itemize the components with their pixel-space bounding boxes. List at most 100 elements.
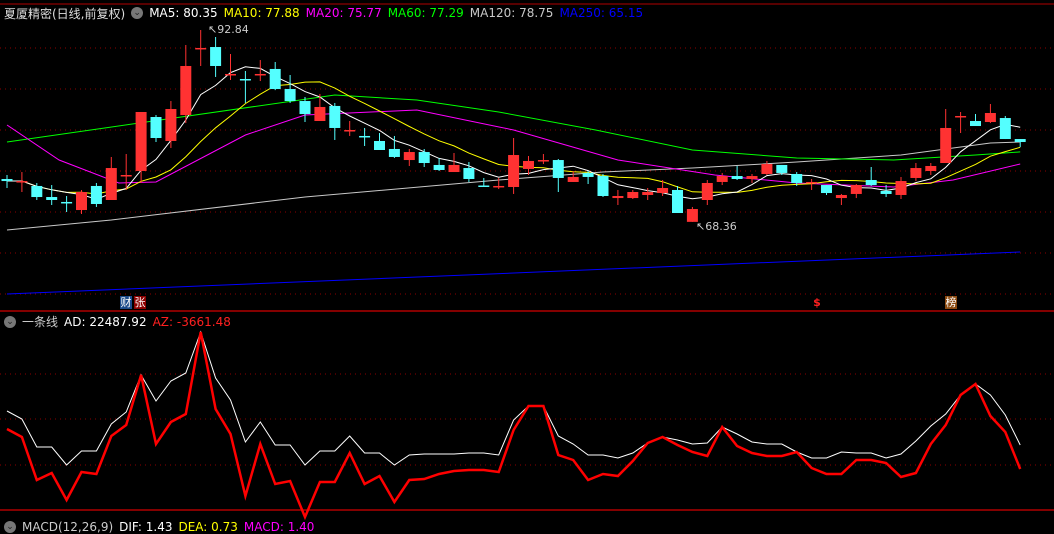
candle-up	[135, 111, 147, 172]
ma20-label: MA20: 75.77	[305, 6, 382, 20]
candle-down	[582, 172, 594, 177]
candle-down	[150, 117, 162, 139]
main-chart-header: 夏厦精密(日线,前复权) ⌄ MA5: 80.35 MA10: 77.88 MA…	[4, 5, 643, 21]
candle-up	[910, 168, 922, 178]
candle-down	[821, 185, 832, 194]
macd-header: ⌄ MACD(12,26,9) DIF: 1.43 DEA: 0.73 MACD…	[4, 520, 314, 534]
candle-up	[493, 185, 505, 188]
candle-up	[835, 194, 847, 199]
candle-down	[329, 105, 341, 128]
candle-down	[776, 164, 788, 173]
candle-down	[791, 173, 803, 183]
az-value: AZ: -3661.48	[152, 314, 231, 329]
ma120-label: MA120: 78.75	[469, 6, 554, 20]
candle-up	[806, 181, 818, 184]
ad-line	[6, 330, 1021, 466]
candle-down	[46, 197, 58, 200]
dea-value: DEA: 0.73	[178, 520, 238, 534]
candle-up	[537, 160, 549, 162]
candle-down	[552, 160, 564, 178]
candle-up	[984, 113, 996, 123]
low-price-label: ↖68.36	[696, 220, 737, 233]
candle-up	[955, 115, 967, 118]
high-price-value: 92.84	[217, 23, 249, 36]
marker-dollar[interactable]: $	[811, 296, 823, 309]
candle-up	[523, 160, 534, 169]
macd-name: MACD(12,26,9)	[22, 520, 114, 534]
ma60-label: MA60: 77.29	[387, 6, 464, 20]
marker-cai[interactable]: 财	[120, 296, 132, 309]
indicator-name: 一条线	[22, 315, 59, 329]
candle-up	[180, 65, 192, 116]
macd-value: MACD: 1.40	[243, 520, 315, 534]
candle-down	[865, 180, 877, 186]
candle-up	[701, 182, 713, 200]
candle-down	[463, 168, 475, 179]
candle-down	[210, 47, 222, 66]
candle-up	[225, 73, 236, 76]
candle-up	[195, 47, 207, 50]
candle-up	[105, 168, 117, 200]
candle-up	[448, 164, 460, 173]
candle-down	[970, 121, 981, 127]
marker-zhang[interactable]: 张	[134, 296, 146, 309]
arrow-icon: ↖	[208, 23, 218, 36]
candle-down	[374, 140, 385, 150]
candle-up	[120, 175, 132, 177]
candle-up	[567, 176, 579, 182]
candle-down	[478, 185, 490, 188]
candle-down	[299, 101, 311, 115]
candle-down	[731, 176, 743, 179]
candle-up	[254, 73, 266, 76]
candle-up	[761, 164, 773, 174]
candle-down	[284, 89, 296, 102]
ma10-label: MA10: 77.88	[223, 6, 300, 20]
candle-down	[999, 118, 1011, 140]
candle-up	[314, 106, 326, 122]
candle-down	[388, 148, 400, 157]
chevron-down-icon[interactable]: ⌄	[131, 7, 144, 19]
candle-up	[627, 192, 639, 199]
candle-up	[940, 127, 952, 164]
candle-up	[642, 192, 654, 195]
candle-up	[403, 152, 415, 161]
candle-up	[612, 196, 624, 199]
candle-down	[880, 190, 892, 194]
candle-down	[90, 185, 102, 204]
ad-value: AD: 22487.92	[64, 314, 147, 329]
candle-down	[31, 185, 43, 198]
ma5-label: MA5: 80.35	[149, 6, 218, 20]
candle-up	[165, 109, 177, 141]
dif-value: DIF: 1.43	[119, 520, 173, 534]
az-line	[6, 331, 1022, 521]
candle-up	[746, 176, 758, 179]
candle-up	[508, 155, 520, 187]
candle-up	[16, 181, 28, 183]
candle-up	[925, 165, 937, 172]
candle-down	[433, 164, 445, 170]
chevron-down-icon[interactable]: ⌄	[4, 521, 16, 533]
candle-down	[239, 78, 251, 81]
ma250-line	[6, 251, 1021, 295]
candle-up	[850, 185, 862, 194]
candle-down	[597, 176, 609, 197]
candle-down	[418, 152, 430, 164]
kline-chart[interactable]	[0, 0, 1054, 528]
candle-up	[657, 188, 669, 194]
candle-up	[895, 181, 907, 195]
stock-title: 夏厦精密(日线,前复权)	[4, 6, 126, 21]
low-price-value: 68.36	[705, 220, 737, 233]
candle-up	[76, 192, 87, 211]
candle-down	[672, 189, 683, 214]
candle-down	[1014, 139, 1026, 143]
chevron-down-icon[interactable]: ⌄	[4, 315, 16, 328]
candle-down	[269, 68, 281, 90]
candle-down	[1, 178, 13, 182]
candle-down	[359, 135, 371, 138]
candle-up	[716, 176, 728, 182]
marker-bang[interactable]: 榜	[945, 296, 957, 309]
arrow-icon: ↖	[696, 220, 706, 233]
candle-down	[61, 201, 73, 204]
indicator-header: ⌄ 一条线 AD: 22487.92 AZ: -3661.48	[4, 313, 231, 330]
ma250-label: MA250: 65.15	[559, 6, 644, 20]
